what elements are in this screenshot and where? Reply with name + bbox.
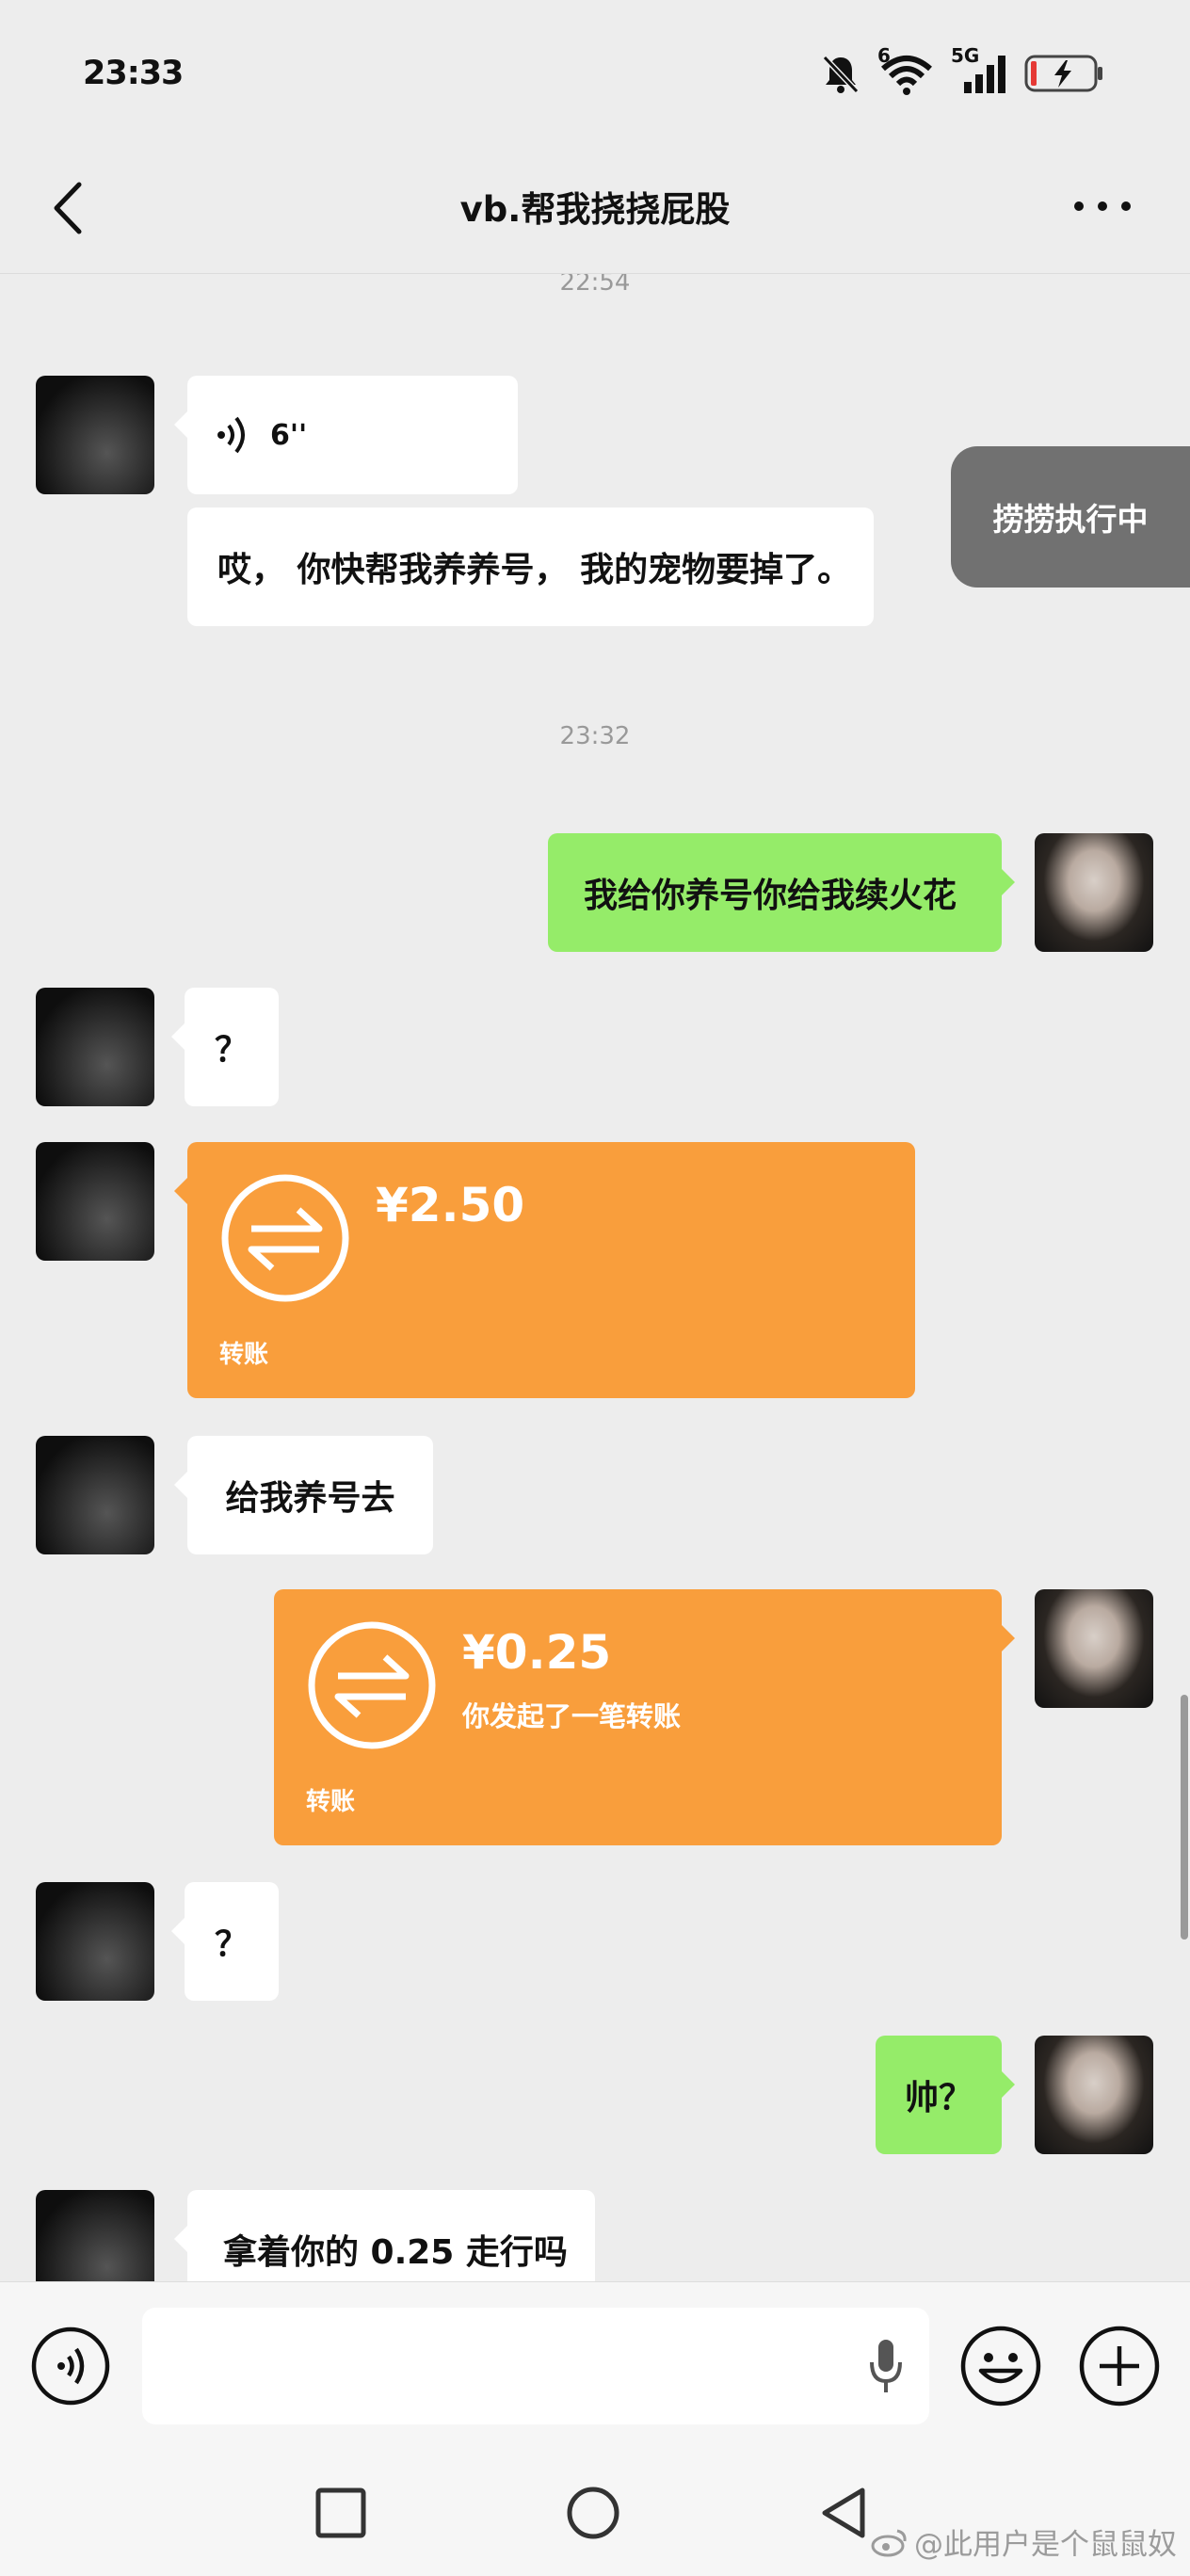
transfer-arrows-icon	[308, 1621, 436, 1749]
voice-wave-icon	[217, 416, 245, 454]
transfer-card[interactable]: ¥0.25 你发起了一笔转账 转账	[274, 1589, 1015, 1845]
transfer-label: 转账	[219, 1341, 269, 1369]
message-content: 哎， 你快帮我养养号， 我的宠物要掉了。	[217, 551, 852, 589]
more-dots-icon[interactable]	[1069, 192, 1135, 220]
avatar[interactable]	[1035, 833, 1153, 952]
status-bar: 23:33 6 5G	[0, 0, 1190, 141]
toast-text: 捞捞执行中	[992, 501, 1149, 538]
scroll-indicator[interactable]	[1181, 1695, 1188, 1940]
transfer-subtitle: 你发起了一笔转账	[462, 1700, 682, 1732]
transfer-card[interactable]: ¥2.50 转账	[174, 1142, 915, 1398]
home-circle-icon[interactable]	[565, 2485, 621, 2541]
message-text[interactable]: 我给你养号你给我续火花	[548, 833, 1015, 952]
avatar[interactable]	[36, 1436, 154, 1554]
cell-indicator: 5G	[951, 44, 1009, 97]
message-content: 给我养号去	[225, 1479, 395, 1518]
timestamp: 23:32	[559, 722, 631, 750]
avatar[interactable]	[36, 988, 154, 1106]
wifi-indicator: 6	[877, 44, 936, 97]
weibo-logo-icon	[871, 2529, 907, 2556]
plus-icon[interactable]	[1077, 2324, 1162, 2408]
message-text[interactable]: ？	[171, 988, 279, 1106]
microphone-icon[interactable]	[867, 2338, 905, 2394]
message-content: 帅？	[904, 2079, 973, 2117]
input-bar	[0, 2281, 1190, 2452]
transfer-label: 转账	[306, 1788, 356, 1816]
avatar[interactable]	[36, 1882, 154, 2001]
message-text[interactable]: ？	[171, 1882, 279, 2001]
avatar[interactable]	[36, 2190, 154, 2281]
signal-icon	[964, 56, 1005, 93]
voice-message[interactable]: 6''	[174, 376, 518, 494]
emoji-icon[interactable]	[958, 2324, 1043, 2408]
chat-header: vb.帮我挠挠屁股	[0, 141, 1190, 274]
message-input[interactable]	[142, 2308, 929, 2424]
voice-input-icon[interactable]	[30, 2326, 111, 2407]
transfer-amount: ¥0.25	[462, 1625, 612, 1680]
message-content: ？	[214, 1031, 249, 1070]
watermark-text: @此用户是个鼠鼠奴	[914, 2528, 1177, 2562]
transfer-arrows-icon	[221, 1174, 349, 1302]
timestamp: 22:54	[559, 274, 631, 297]
battery-charging-icon	[1024, 55, 1102, 92]
message-text[interactable]: 给我养号去	[174, 1436, 433, 1554]
watermark: @此用户是个鼠鼠奴	[871, 2520, 1177, 2563]
status-icons: 6 5G	[819, 44, 1105, 100]
message-content: ？	[214, 1925, 249, 1964]
message-content: 我给你养号你给我续火花	[584, 877, 957, 915]
transfer-amount: ¥2.50	[376, 1178, 525, 1232]
message-text[interactable]: 拿着你的 0.25 走行吗	[174, 2190, 595, 2281]
toast-notification: 捞捞执行中	[951, 446, 1190, 588]
recents-square-icon[interactable]	[313, 2485, 369, 2541]
message-text[interactable]: 帅？	[876, 2036, 1015, 2154]
avatar[interactable]	[36, 1142, 154, 1261]
avatar[interactable]	[36, 376, 154, 494]
message-content: 拿着你的 0.25 走行吗	[223, 2233, 568, 2272]
chat-title: vb.帮我挠挠屁股	[459, 189, 731, 230]
mute-bell-icon	[822, 55, 860, 94]
wifi-icon	[881, 56, 932, 95]
avatar[interactable]	[1035, 1589, 1153, 1708]
message-text[interactable]: 哎， 你快帮我养养号， 我的宠物要掉了。	[187, 507, 874, 626]
voice-duration: 6''	[270, 418, 308, 452]
avatar[interactable]	[1035, 2036, 1153, 2154]
back-triangle-icon[interactable]	[817, 2485, 874, 2541]
system-navigation: @此用户是个鼠鼠奴	[0, 2451, 1190, 2576]
status-time: 23:33	[83, 55, 184, 92]
